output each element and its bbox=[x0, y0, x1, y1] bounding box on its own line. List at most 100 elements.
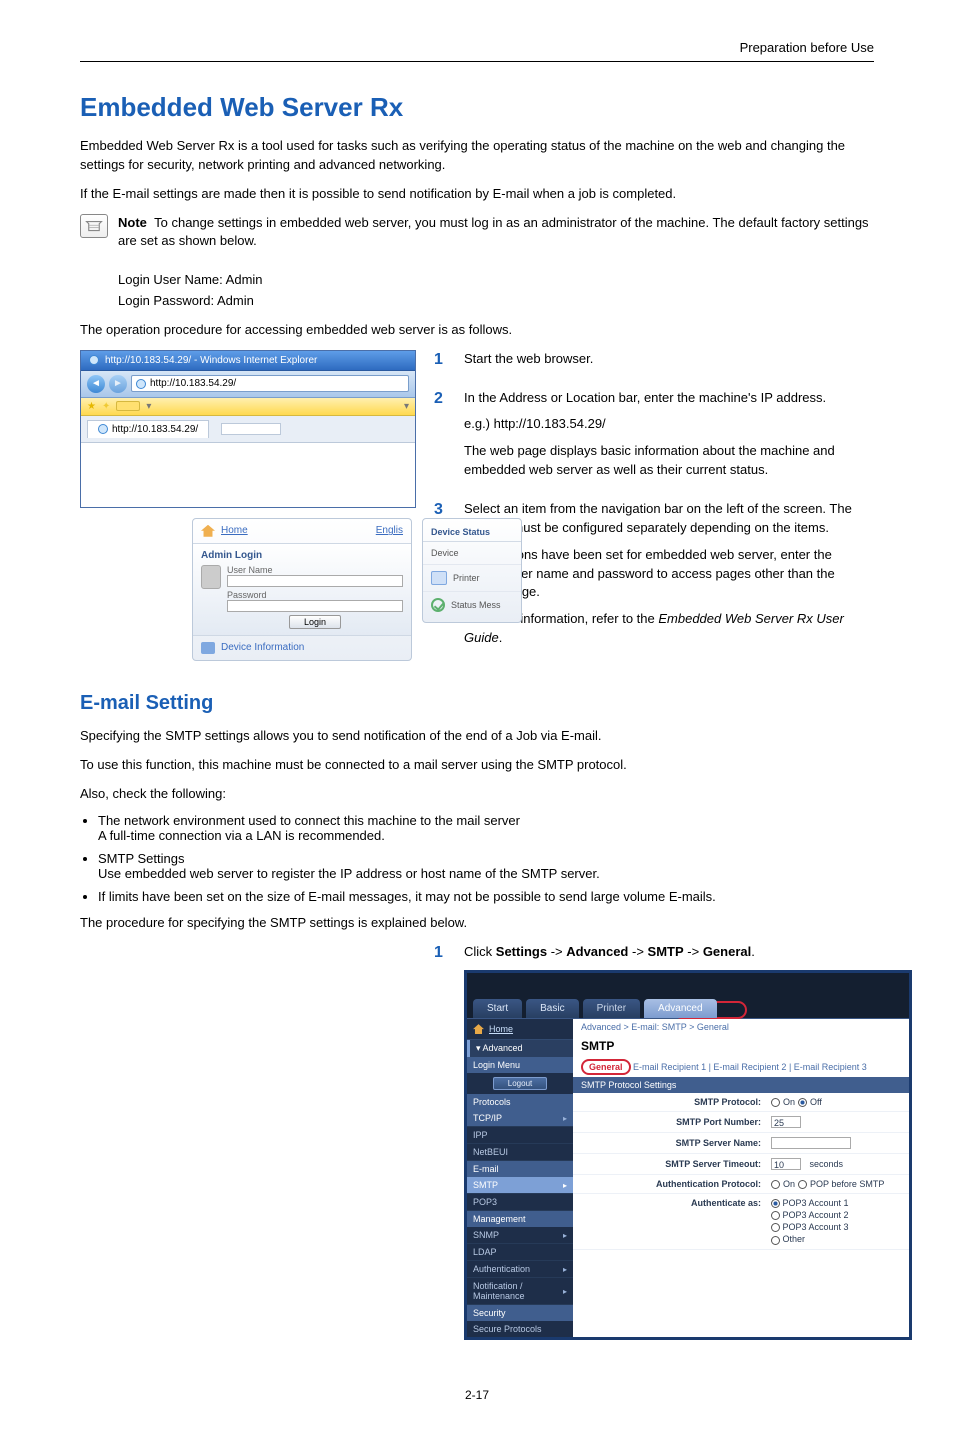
step1-text: Start the web browser. bbox=[464, 350, 874, 369]
ews-right-strip: Device Status Device Printer Status Mess bbox=[422, 518, 522, 623]
field-smtp-port: SMTP Port Number: 25 bbox=[573, 1112, 909, 1133]
email-p1: Specifying the SMTP settings allows you … bbox=[80, 727, 874, 746]
star-icon[interactable]: ★ bbox=[87, 401, 96, 412]
radio-off[interactable] bbox=[798, 1098, 807, 1107]
sidebar-item-secprot[interactable]: Secure Protocols bbox=[467, 1321, 573, 1337]
sidebar-advanced-head: ▾ Advanced bbox=[467, 1040, 573, 1057]
tab-title: http://10.183.54.29/ bbox=[112, 424, 198, 435]
password-label: Password bbox=[227, 590, 403, 600]
sidebar-item-notif[interactable]: Notification / Maintenance▸ bbox=[467, 1278, 573, 1305]
email-p2: To use this function, this machine must … bbox=[80, 756, 874, 775]
field-smtp-timeout: SMTP Server Timeout: 10 seconds bbox=[573, 1154, 909, 1175]
note-text: Note To change settings in embedded web … bbox=[118, 214, 874, 252]
tab-start[interactable]: Start bbox=[473, 999, 522, 1018]
breadcrumb: Advanced > E-mail: SMTP > General bbox=[573, 1019, 909, 1035]
device-icon bbox=[201, 642, 215, 654]
sidebar-item-ipp[interactable]: IPP bbox=[467, 1127, 573, 1144]
home-icon bbox=[201, 525, 215, 537]
lock-icon bbox=[201, 565, 221, 589]
step3-text-b: If restrictions have been set for embedd… bbox=[464, 546, 874, 603]
browser-title-bar: http://10.183.54.29/ - Windows Internet … bbox=[81, 351, 415, 371]
step2-text-b: e.g.) http://10.183.54.29/ bbox=[464, 415, 874, 434]
login-button[interactable]: Login bbox=[289, 615, 341, 629]
browser-nav-bar: ◄ ► http://10.183.54.29/ bbox=[81, 371, 415, 398]
ews-home-row[interactable]: Home Englis bbox=[193, 519, 411, 544]
step-number-3: 3 bbox=[434, 500, 452, 519]
home-icon bbox=[473, 1024, 484, 1034]
page-icon bbox=[136, 379, 146, 389]
subtab-recipients[interactable]: E-mail Recipient 1 | E-mail Recipient 2 … bbox=[633, 1062, 867, 1072]
device-status-device: Device bbox=[423, 542, 521, 565]
intro-p2: If the E-mail settings are made then it … bbox=[80, 185, 874, 204]
device-info-label: Device Information bbox=[221, 642, 304, 653]
step3-text-a: Select an item from the navigation bar o… bbox=[464, 500, 874, 538]
page-header-right: Preparation before Use bbox=[80, 40, 874, 55]
bullet-3: If limits have been set on the size of E… bbox=[98, 889, 874, 904]
browser-tab[interactable]: http://10.183.54.29/ bbox=[87, 420, 209, 438]
radio-pop3[interactable] bbox=[771, 1223, 780, 1232]
sidebar-item-smtp[interactable]: SMTP▸ bbox=[467, 1177, 573, 1194]
user-name-input[interactable] bbox=[227, 575, 403, 587]
intro-p1: Embedded Web Server Rx is a tool used fo… bbox=[80, 137, 874, 175]
sidebar-item-pop3[interactable]: POP3 bbox=[467, 1194, 573, 1211]
subtab-general[interactable]: General bbox=[581, 1059, 631, 1075]
ews-lang-label: Englis bbox=[376, 525, 403, 536]
sidebar-item-netbeui[interactable]: NetBEUI bbox=[467, 1144, 573, 1161]
step2-text-c: The web page displays basic information … bbox=[464, 442, 874, 480]
field-smtp-protocol: SMTP Protocol: On Off bbox=[573, 1093, 909, 1112]
radio-other[interactable] bbox=[771, 1236, 780, 1245]
email-p3: Also, check the following: bbox=[80, 785, 874, 804]
address-text: http://10.183.54.29/ bbox=[150, 378, 236, 389]
browser-window-title: http://10.183.54.29/ - Windows Internet … bbox=[105, 355, 317, 366]
email-step-number-1: 1 bbox=[434, 943, 452, 962]
printer-icon bbox=[431, 571, 447, 585]
step2-text-a: In the Address or Location bar, enter th… bbox=[464, 389, 874, 408]
sidebar-home[interactable]: Home bbox=[467, 1019, 573, 1040]
field-smtp-server: SMTP Server Name: bbox=[573, 1133, 909, 1154]
user-name-label: User Name bbox=[227, 565, 403, 575]
sidebar-protocols-head: Protocols bbox=[467, 1094, 573, 1110]
smtp-settings-head: SMTP Protocol Settings bbox=[573, 1077, 909, 1093]
proc-intro: The operation procedure for accessing em… bbox=[80, 321, 874, 340]
browser-screenshot: http://10.183.54.29/ - Windows Internet … bbox=[80, 350, 416, 508]
smtp-main-panel: Advanced > E-mail: SMTP > General SMTP G… bbox=[573, 1019, 909, 1337]
server-input[interactable] bbox=[771, 1137, 851, 1149]
ews-home-label: Home bbox=[221, 525, 248, 536]
smtp-top-tabs: Start Basic Printer Advanced bbox=[467, 999, 909, 1019]
browser-tab-bar: http://10.183.54.29/ bbox=[81, 416, 415, 443]
tab-basic[interactable]: Basic bbox=[526, 999, 578, 1018]
sidebar-item-auth[interactable]: Authentication▸ bbox=[467, 1261, 573, 1278]
sidebar-email-head: E-mail bbox=[467, 1161, 573, 1177]
logout-button[interactable]: Logout bbox=[493, 1077, 547, 1090]
sidebar-item-snmp[interactable]: SNMP▸ bbox=[467, 1227, 573, 1244]
smtp-panel-title: SMTP bbox=[573, 1035, 909, 1057]
ie-icon bbox=[89, 355, 99, 365]
tab-page-icon bbox=[98, 424, 108, 434]
radio-pop2[interactable] bbox=[771, 1211, 780, 1220]
device-status-head: Device Status bbox=[423, 523, 521, 542]
radio-pop1[interactable] bbox=[771, 1199, 780, 1208]
sidebar-item-tcpip[interactable]: TCP/IP▸ bbox=[467, 1110, 573, 1127]
field-auth-proto: Authentication Protocol: On POP before S… bbox=[573, 1175, 909, 1194]
tab-advanced[interactable]: Advanced bbox=[644, 999, 716, 1018]
device-status-msg: Status Mess bbox=[423, 592, 521, 618]
back-icon[interactable]: ◄ bbox=[87, 375, 105, 393]
timeout-input[interactable]: 10 bbox=[771, 1158, 801, 1170]
address-bar[interactable]: http://10.183.54.29/ bbox=[131, 375, 409, 392]
radio-authproto-pop[interactable] bbox=[798, 1180, 807, 1189]
star-add-icon[interactable]: ✦ bbox=[102, 401, 110, 412]
device-info-row[interactable]: Device Information bbox=[193, 635, 411, 660]
device-status-printer: Printer bbox=[423, 565, 521, 592]
radio-on[interactable] bbox=[771, 1098, 780, 1107]
main-title: Embedded Web Server Rx bbox=[80, 92, 874, 123]
bullet-2: SMTP Settings Use embedded web server to… bbox=[98, 851, 874, 881]
sidebar-login-menu: Login Menu bbox=[467, 1057, 573, 1073]
port-input[interactable]: 25 bbox=[771, 1116, 801, 1128]
sidebar-item-ldap[interactable]: LDAP bbox=[467, 1244, 573, 1261]
password-input[interactable] bbox=[227, 600, 403, 612]
tab-printer[interactable]: Printer bbox=[583, 999, 640, 1018]
forward-icon[interactable]: ► bbox=[109, 375, 127, 393]
radio-authproto-on[interactable] bbox=[771, 1180, 780, 1189]
page-footer: 2-17 bbox=[80, 1388, 874, 1402]
admin-login-title: Admin Login bbox=[201, 550, 403, 561]
